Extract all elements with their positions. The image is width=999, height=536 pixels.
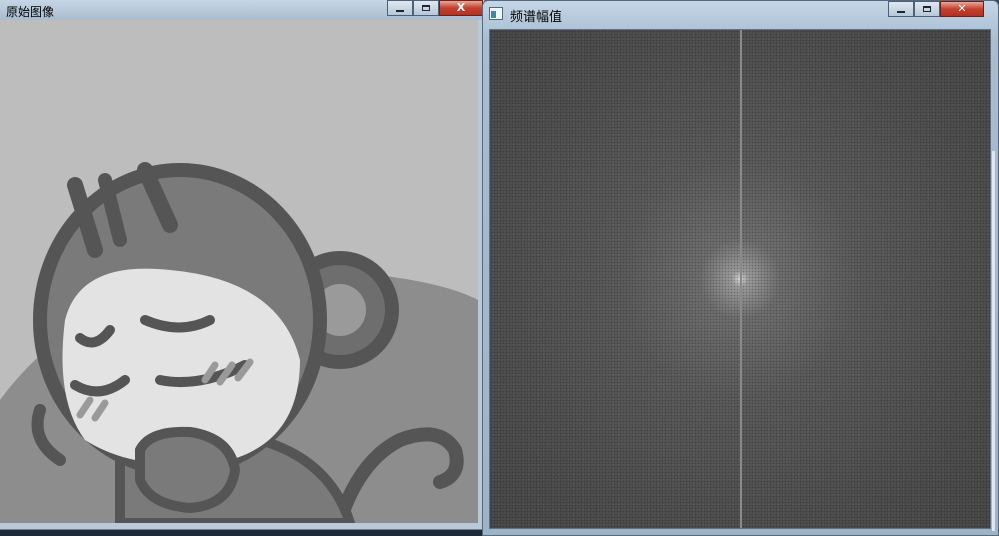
monkey-image	[0, 20, 478, 523]
maximize-icon	[422, 5, 430, 11]
original-image-window: 原始图像 X	[0, 0, 485, 530]
close-button[interactable]: ✕	[940, 1, 984, 17]
minimize-icon	[396, 9, 404, 12]
spectrum-center-line	[740, 30, 742, 528]
spectrum-window: 频谱幅值 ✕	[482, 0, 999, 536]
window-edge	[992, 151, 995, 531]
minimize-icon	[897, 10, 905, 13]
close-button[interactable]: X	[439, 0, 483, 16]
maximize-button[interactable]	[914, 1, 940, 17]
minimize-button[interactable]	[888, 1, 914, 17]
original-image-canvas	[0, 20, 478, 523]
spectrum-image-canvas	[489, 29, 991, 529]
window-title: 原始图像	[6, 5, 55, 19]
title-bar[interactable]: 频谱幅值 ✕	[483, 1, 998, 27]
caption-buttons: X	[387, 0, 483, 16]
caption-buttons: ✕	[888, 1, 984, 17]
close-icon: X	[456, 1, 466, 14]
close-icon: ✕	[957, 2, 967, 15]
minimize-button[interactable]	[387, 0, 413, 16]
app-icon	[489, 7, 503, 20]
window-title: 频谱幅值	[510, 10, 563, 25]
title-bar[interactable]: 原始图像 X	[0, 0, 484, 20]
maximize-button[interactable]	[413, 0, 439, 16]
maximize-icon	[923, 6, 931, 12]
